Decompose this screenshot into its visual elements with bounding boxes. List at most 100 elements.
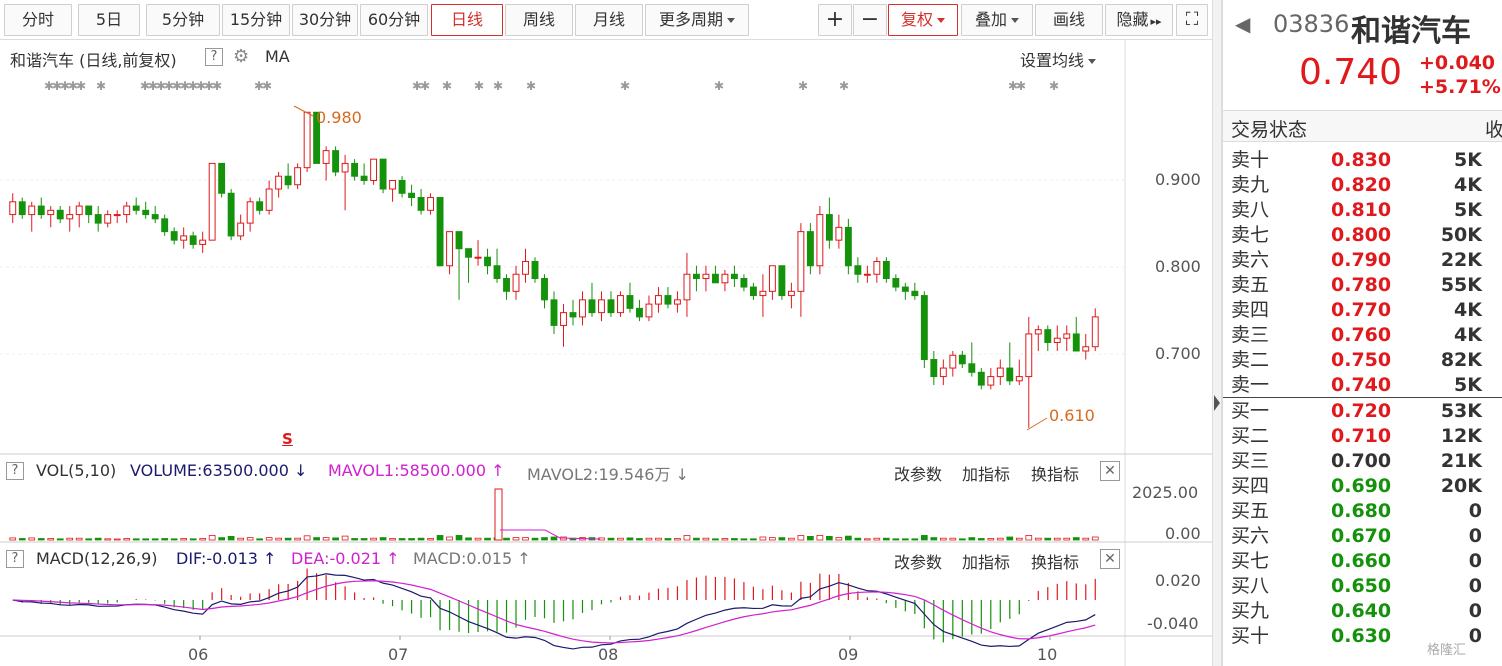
ask-row[interactable]: 卖七 0.800 50K [1223, 223, 1498, 248]
ask-row[interactable]: 卖六 0.790 22K [1223, 248, 1498, 273]
hide-button[interactable]: 隐藏 ▸▸ [1105, 4, 1173, 36]
candle-body [673, 299, 681, 305]
order-book-divider [1223, 397, 1502, 398]
bid-row[interactable]: 买三 0.700 21K [1223, 449, 1498, 474]
bid-row[interactable]: 买六 0.670 0 [1223, 524, 1498, 549]
overlay-dropdown[interactable]: 叠加 [961, 4, 1033, 36]
candle-body [550, 299, 558, 326]
volume-bar [408, 538, 415, 541]
volume-bar [1006, 536, 1014, 541]
zoom-out-button[interactable]: − [853, 4, 887, 36]
ask-row[interactable]: 卖三 0.760 4K [1223, 323, 1498, 348]
ma-settings-dropdown[interactable]: 设置均线 [1020, 47, 1097, 71]
volume-bar [693, 537, 700, 541]
tab-30min[interactable]: 30分钟 [292, 4, 358, 36]
candle-body [892, 278, 900, 288]
volume-bar [1034, 537, 1042, 541]
volume-bar [1072, 537, 1080, 541]
help-icon[interactable]: ? [6, 462, 24, 480]
candle-body [901, 286, 909, 292]
level-price: 0.640 [1331, 600, 1392, 622]
volume-bar [427, 538, 434, 541]
macd-switch-indicator-link[interactable]: 换指标 [1031, 549, 1079, 573]
vol-mavol1-value: MAVOL1:58500.000 ↑ [328, 461, 505, 480]
star-marker: ✱ [1016, 79, 1026, 93]
volume-bar [883, 537, 890, 541]
star-marker: ✱ [474, 79, 484, 93]
candle-body [427, 197, 435, 211]
vol-change-params-link[interactable]: 改参数 [894, 461, 942, 485]
tab-weekly[interactable]: 周线 [505, 4, 573, 36]
candle-body [455, 231, 463, 250]
bid-row[interactable]: 买九 0.640 0 [1223, 599, 1498, 624]
volume-bar [199, 538, 207, 541]
star-marker: ✱ [493, 79, 503, 93]
candle-body [655, 295, 662, 305]
bid-row[interactable]: 买五 0.680 0 [1223, 499, 1498, 524]
more-periods-dropdown[interactable]: 更多周期 [645, 4, 749, 36]
tab-15min[interactable]: 15分钟 [222, 4, 290, 36]
ask-row[interactable]: 卖一 0.740 5K [1223, 373, 1498, 398]
bid-row[interactable]: 买二 0.710 12K [1223, 424, 1498, 449]
vol-add-indicator-link[interactable]: 加指标 [962, 461, 1010, 485]
volume-bar [987, 538, 995, 541]
bid-row[interactable]: 买四 0.690 20K [1223, 474, 1498, 499]
candle-body [379, 158, 387, 190]
fullscreen-icon[interactable]: ⛶ [1176, 4, 1208, 36]
tab-60min[interactable]: 60分钟 [360, 4, 428, 36]
price-tick: 0.700 [1155, 344, 1201, 363]
bid-row[interactable]: 买一 0.720 53K [1223, 399, 1498, 424]
tab-fenshi[interactable]: 分时 [4, 4, 72, 36]
level-label: 卖三 [1231, 324, 1270, 346]
macd-dif-text: DIF:-0.013 [176, 549, 258, 568]
tab-5min[interactable]: 5分钟 [146, 4, 220, 36]
chart-area[interactable]: ✱ ✱ ✱ ✱ ✱ ✱ ✱ ✱ ✱ ✱ ✱ ✱ ✱ ✱ ✱ ✱ ✱ ✱ ✱ ✱ ✱ ✱ ✱ ✱ ✱ ✱ ✱ ✱ ✱ ✱ ✱ 和谐汽车 (日线… [0, 40, 1212, 666]
ask-row[interactable]: 卖二 0.750 82K [1223, 348, 1498, 373]
tab-monthly[interactable]: 月线 [575, 4, 643, 36]
back-arrow-icon[interactable]: ◀ [1235, 12, 1250, 36]
bid-row[interactable]: 买八 0.650 0 [1223, 574, 1498, 599]
level-price: 0.700 [1331, 450, 1392, 472]
volume-bar [788, 537, 795, 541]
macd-change-params-link[interactable]: 改参数 [894, 549, 942, 573]
help-icon[interactable]: ? [205, 48, 223, 66]
level-label: 卖五 [1231, 274, 1270, 296]
ask-row[interactable]: 卖八 0.810 5K [1223, 198, 1498, 223]
level-label: 卖八 [1231, 199, 1270, 221]
volume-bar [18, 538, 26, 541]
zoom-in-button[interactable]: + [818, 4, 852, 36]
volume-bar [379, 537, 387, 541]
draw-line-button[interactable]: 画线 [1035, 4, 1103, 36]
macd-add-indicator-link[interactable]: 加指标 [962, 549, 1010, 573]
candle-body [987, 376, 995, 386]
level-label: 买八 [1231, 575, 1270, 597]
macd-dif-value: DIF:-0.013 ↑ [176, 549, 277, 568]
vol-switch-indicator-link[interactable]: 换指标 [1031, 461, 1079, 485]
tab-daily[interactable]: 日线 [431, 4, 503, 36]
date-tick: 10 [1037, 645, 1058, 664]
ma-label: MA [265, 47, 290, 66]
tab-5day[interactable]: 5日 [78, 4, 140, 36]
fuquan-dropdown[interactable]: 复权 [888, 4, 958, 36]
volume-bar [151, 538, 159, 541]
volume-bar [227, 535, 235, 541]
vol-volume-text: VOLUME:63500.000 [130, 461, 289, 480]
ask-row[interactable]: 卖四 0.770 4K [1223, 298, 1498, 323]
ask-row[interactable]: 卖五 0.780 55K [1223, 273, 1498, 298]
gear-icon[interactable]: ⚙ [233, 46, 249, 67]
candle-body [512, 273, 520, 292]
close-icon[interactable]: ✕ [1100, 549, 1120, 569]
ask-row[interactable]: 卖十 0.830 5K [1223, 148, 1498, 173]
candle-body [474, 256, 482, 259]
close-icon[interactable]: ✕ [1100, 461, 1120, 481]
panel-splitter[interactable] [1212, 0, 1222, 666]
collapse-arrow-icon[interactable] [1214, 395, 1220, 411]
candle-body [930, 359, 938, 378]
candle-body [958, 354, 966, 365]
bid-row[interactable]: 买七 0.660 0 [1223, 549, 1498, 574]
volume-bar [66, 537, 74, 541]
ask-row[interactable]: 卖九 0.820 4K [1223, 173, 1498, 198]
help-icon[interactable]: ? [6, 550, 24, 568]
candle-body [227, 192, 235, 237]
candle-body [569, 312, 577, 318]
